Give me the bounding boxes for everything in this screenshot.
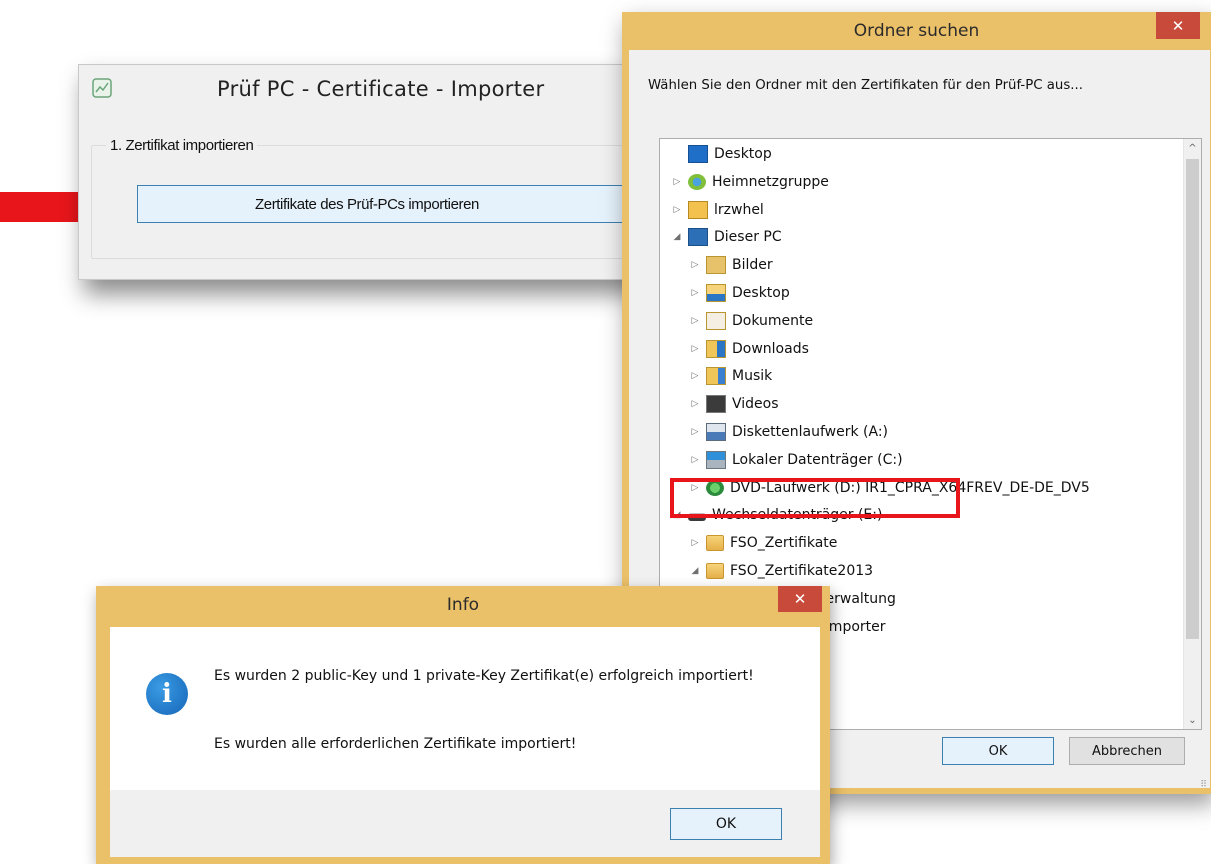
tree-node[interactable]: ▷ Videos <box>690 391 779 417</box>
folder-ok-button[interactable]: OK <box>942 737 1054 765</box>
resize-grip-icon[interactable]: ⠿ <box>1200 780 1207 790</box>
expand-arrow-icon[interactable]: ▷ <box>690 455 700 465</box>
tree-scrollbar[interactable]: ^ ⌄ <box>1183 139 1201 729</box>
expand-arrow-icon[interactable]: ▷ <box>672 177 682 187</box>
tree-node[interactable]: ▷ Downloads <box>690 336 809 362</box>
tree-node[interactable]: ▷ FSO_Zertifikate <box>690 530 837 556</box>
expand-arrow-icon[interactable]: ▷ <box>690 316 700 326</box>
importer-title: Prüf PC - Certificate - Importer <box>217 77 545 101</box>
tree-node[interactable]: ▷ Musik <box>690 363 772 389</box>
tree-node-label: Videos <box>732 396 779 413</box>
desktop-folder-icon <box>706 284 726 302</box>
expand-arrow-icon[interactable]: ▷ <box>690 288 700 298</box>
pictures-folder-icon <box>706 256 726 275</box>
info-icon: i <box>146 673 188 715</box>
expand-arrow-icon[interactable]: ▷ <box>690 371 700 381</box>
computer-icon <box>688 228 708 247</box>
local-disk-icon <box>706 450 726 469</box>
expand-arrow-icon[interactable]: ▷ <box>672 205 682 215</box>
desktop-icon <box>688 145 708 163</box>
folder-cancel-button[interactable]: Abbrechen <box>1069 737 1185 765</box>
tree-node-label: Musik <box>732 368 773 385</box>
info-ok-button[interactable]: OK <box>670 808 782 840</box>
user-icon <box>688 200 708 219</box>
tree-node[interactable]: ▷ lrzwhel <box>672 197 764 223</box>
tree-node-label: Desktop <box>714 146 772 162</box>
groupbox-label: 1. Zertifikat importieren <box>106 137 258 154</box>
collapse-arrow-icon[interactable]: ◢ <box>672 232 682 242</box>
tree-node[interactable]: Desktop <box>672 141 772 167</box>
tree-node-label: FSO_Zertifikate2013 <box>730 563 874 579</box>
tree-node[interactable]: ◢ Dieser PC <box>672 224 782 250</box>
folder-icon <box>706 563 724 579</box>
import-certificates-button[interactable]: Zertifikate des Prüf-PCs importieren <box>137 185 657 223</box>
folder-icon <box>706 535 724 552</box>
info-message-secondary: Es wurden alle erforderlichen Zertifikat… <box>214 736 577 752</box>
tree-node[interactable]: ▷ Desktop <box>690 280 790 306</box>
downloads-folder-icon <box>706 339 726 358</box>
collapse-arrow-icon[interactable]: ◢ <box>690 566 700 576</box>
importer-window: Prüf PC - Certificate - Importer 1. Zert… <box>78 64 657 280</box>
tree-node-label: Desktop <box>732 285 790 301</box>
info-message-primary: Es wurden 2 public-Key und 1 private-Key… <box>214 668 754 684</box>
importer-titlebar: Prüf PC - Certificate - Importer <box>79 65 649 113</box>
expand-arrow-icon[interactable]: ▷ <box>690 344 700 354</box>
tree-node-label: Dokumente <box>732 312 814 329</box>
info-dialog-title: Info <box>446 595 480 615</box>
videos-folder-icon <box>706 395 726 414</box>
tree-node[interactable]: ▷ Dokumente <box>690 308 813 334</box>
expand-arrow-icon[interactable]: ▷ <box>690 399 700 409</box>
expand-arrow-icon[interactable]: ▷ <box>690 427 700 437</box>
app-icon <box>92 78 112 98</box>
tree-node[interactable]: ◢ FSO_Zertifikate2013 <box>690 558 873 584</box>
red-highlight-box <box>670 478 960 518</box>
tree-node-label: FSO_Zertifikate <box>730 535 838 552</box>
folder-dialog-title: Ordner suchen <box>853 21 980 41</box>
tree-node-label: Dieser PC <box>714 229 782 246</box>
tree-node-label: Bilder <box>732 257 773 274</box>
documents-folder-icon <box>706 311 726 330</box>
tree-node-label: Downloads <box>732 340 809 357</box>
tree-node[interactable]: ▷ Bilder <box>690 252 773 278</box>
info-dialog-client: i Es wurden 2 public-Key und 1 private-K… <box>110 627 820 857</box>
homegroup-icon <box>688 173 706 190</box>
info-dialog-close-button[interactable]: ✕ <box>778 586 822 612</box>
expand-arrow-icon[interactable]: ▷ <box>690 538 700 548</box>
folder-dialog-prompt: Wählen Sie den Ordner mit den Zertifikat… <box>648 78 1083 93</box>
music-folder-icon <box>706 367 726 386</box>
tree-node-label: Diskettenlaufwerk (A:) <box>732 424 889 440</box>
tree-node[interactable]: ▷ Diskettenlaufwerk (A:) <box>690 419 888 445</box>
scroll-up-icon[interactable]: ^ <box>1184 139 1201 157</box>
scroll-thumb[interactable] <box>1186 159 1199 639</box>
tree-node-label: lrzwhel <box>714 201 764 218</box>
floppy-drive-icon <box>706 423 726 441</box>
expand-arrow-icon[interactable]: ▷ <box>690 260 700 270</box>
tree-node-label: Heimnetzgruppe <box>712 173 829 190</box>
info-dialog: Info ✕ i Es wurden 2 public-Key und 1 pr… <box>96 586 830 864</box>
folder-dialog-close-button[interactable]: ✕ <box>1156 12 1200 39</box>
tree-node[interactable]: ▷ Heimnetzgruppe <box>672 169 829 195</box>
tree-node-label: Lokaler Datenträger (C:) <box>732 451 903 468</box>
tree-node[interactable]: ▷ Lokaler Datenträger (C:) <box>690 447 903 473</box>
scroll-down-icon[interactable]: ⌄ <box>1184 711 1201 729</box>
